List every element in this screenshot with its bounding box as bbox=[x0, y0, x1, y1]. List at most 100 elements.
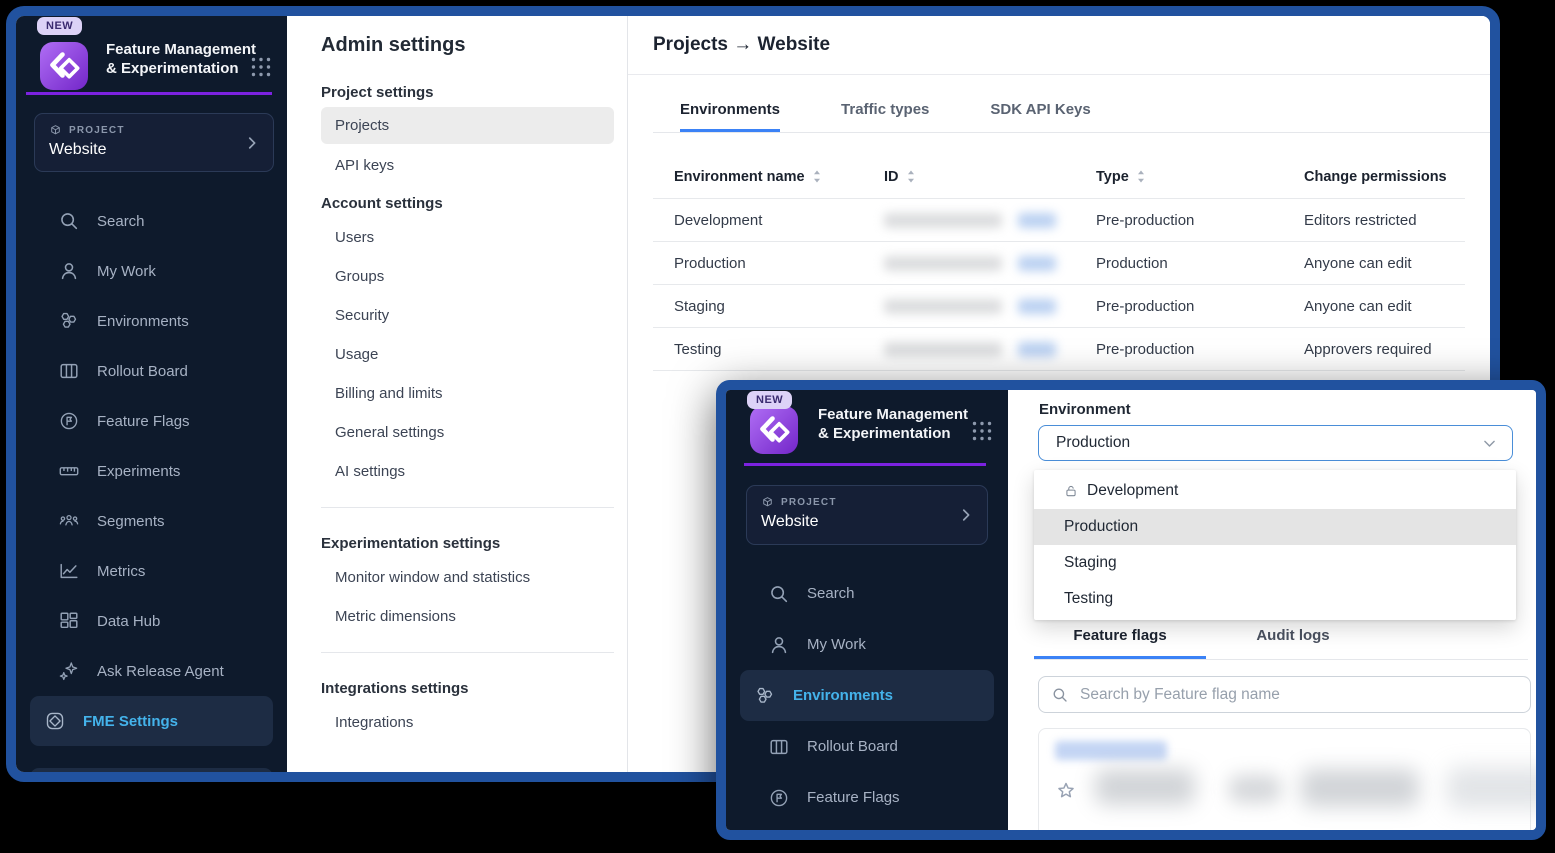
sidebar-item-feature-flags[interactable]: Feature Flags bbox=[30, 396, 273, 446]
dropdown-option-staging[interactable]: Staging bbox=[1034, 545, 1516, 581]
chevron-down-icon bbox=[1481, 435, 1498, 452]
cell-id-redacted bbox=[863, 213, 1075, 228]
project-selector[interactable]: PROJECT Website bbox=[34, 113, 274, 172]
user-icon bbox=[768, 634, 790, 656]
sidebar-item-label: Metrics bbox=[97, 563, 145, 580]
sort-icon[interactable] bbox=[811, 168, 823, 185]
app-switcher-icon[interactable] bbox=[250, 56, 272, 78]
admin-item-general-settings[interactable]: General settings bbox=[321, 413, 614, 452]
column-header-id[interactable]: ID bbox=[863, 168, 1075, 185]
sidebar-item-label: Rollout Board bbox=[807, 738, 898, 755]
redacted-id bbox=[884, 299, 1002, 314]
tab-environments[interactable]: Environments bbox=[680, 75, 780, 132]
table-row[interactable]: Testing Pre-production Approvers require… bbox=[653, 328, 1465, 371]
fme-logo-icon bbox=[40, 42, 88, 90]
sidebar-item-metrics[interactable]: Metrics bbox=[30, 546, 273, 596]
cell-environment-name: Staging bbox=[653, 298, 863, 315]
tab-audit-logs[interactable]: Audit logs bbox=[1218, 614, 1368, 659]
sidebar-item-label: FME Settings bbox=[83, 713, 178, 730]
column-label: Change permissions bbox=[1304, 169, 1447, 185]
line-chart-icon bbox=[58, 560, 80, 582]
admin-item-integrations[interactable]: Integrations bbox=[321, 703, 614, 742]
section-heading-account-settings: Account settings bbox=[321, 195, 627, 212]
admin-item-users[interactable]: Users bbox=[321, 218, 614, 257]
cell-permissions: Anyone can edit bbox=[1283, 298, 1465, 315]
search-icon bbox=[1051, 686, 1069, 704]
sidebar-item-rollout-board[interactable]: Rollout Board bbox=[30, 346, 273, 396]
admin-item-usage[interactable]: Usage bbox=[321, 335, 614, 374]
board-icon bbox=[768, 736, 790, 758]
sort-icon[interactable] bbox=[1135, 168, 1147, 185]
sidebar-item-fme-settings[interactable]: FME Settings bbox=[30, 696, 273, 746]
search-input[interactable] bbox=[1078, 685, 1520, 705]
flag-circle-icon bbox=[58, 410, 80, 432]
column-header-type[interactable]: Type bbox=[1075, 168, 1283, 185]
environment-select[interactable]: Production bbox=[1038, 425, 1513, 461]
admin-item-monitor-window[interactable]: Monitor window and statistics bbox=[321, 558, 614, 597]
redacted-content bbox=[1447, 767, 1546, 809]
sidebar-item-label: Search bbox=[97, 213, 145, 230]
dropdown-option-production[interactable]: Production bbox=[1034, 509, 1516, 545]
cell-environment-name: Testing bbox=[653, 341, 863, 358]
new-badge: NEW bbox=[37, 17, 82, 35]
project-selector[interactable]: PROJECT Website bbox=[746, 485, 988, 545]
sidebar-item-search[interactable]: Search bbox=[30, 196, 273, 246]
table-row[interactable]: Development Pre-production Editors restr… bbox=[653, 199, 1465, 242]
table-row[interactable]: Staging Pre-production Anyone can edit bbox=[653, 285, 1465, 328]
cell-type: Pre-production bbox=[1075, 298, 1283, 315]
sidebar-item-label: Environments bbox=[793, 687, 893, 704]
feature-flag-search[interactable] bbox=[1038, 676, 1531, 713]
sort-icon[interactable] bbox=[905, 168, 917, 185]
column-header-environment-name[interactable]: Environment name bbox=[653, 168, 863, 185]
sidebar-item-environments[interactable]: Environments bbox=[30, 296, 273, 346]
admin-item-metric-dimensions[interactable]: Metric dimensions bbox=[321, 597, 614, 636]
tab-feature-flags[interactable]: Feature flags bbox=[1034, 614, 1206, 659]
sidebar-item-segments[interactable]: Segments bbox=[30, 496, 273, 546]
table-row[interactable]: Production Production Anyone can edit bbox=[653, 242, 1465, 285]
app-switcher-icon[interactable] bbox=[971, 420, 993, 442]
sidebar-item-data-hub[interactable]: Data Hub bbox=[30, 596, 273, 646]
sidebar-item-rollout-board[interactable]: Rollout Board bbox=[740, 721, 994, 772]
cell-id-redacted bbox=[863, 256, 1075, 271]
admin-item-billing[interactable]: Billing and limits bbox=[321, 374, 614, 413]
tab-sdk-api-keys[interactable]: SDK API Keys bbox=[990, 75, 1090, 132]
content-tabs: Environments Traffic types SDK API Keys bbox=[653, 75, 1490, 133]
admin-item-ai-settings[interactable]: AI settings bbox=[321, 452, 614, 491]
table-header-row: Environment name ID Type Change permissi… bbox=[653, 133, 1465, 199]
cell-environment-name: Development bbox=[653, 212, 863, 229]
redacted-content bbox=[1301, 769, 1419, 807]
user-icon bbox=[58, 260, 80, 282]
environment-label: Environment bbox=[1039, 401, 1131, 418]
environments-table: Environment name ID Type Change permissi… bbox=[653, 133, 1465, 371]
main-sidebar: NEW Feature Management & Experimentation… bbox=[16, 16, 287, 772]
sidebar-item-search[interactable]: Search bbox=[740, 568, 994, 619]
column-label: Environment name bbox=[674, 169, 805, 185]
fme-logo-outline-icon bbox=[44, 710, 66, 732]
sidebar-item-environments[interactable]: Environments bbox=[740, 670, 994, 721]
overlay-nav: Search My Work Environments Rollout Boar… bbox=[726, 568, 1008, 823]
sidebar-item-experiments[interactable]: Experiments bbox=[30, 446, 273, 496]
redacted-content bbox=[1229, 775, 1281, 803]
tab-traffic-types[interactable]: Traffic types bbox=[841, 75, 929, 132]
ruler-icon bbox=[58, 460, 80, 482]
sidebar-item-my-work[interactable]: My Work bbox=[30, 246, 273, 296]
sidebar-item-my-work[interactable]: My Work bbox=[740, 619, 994, 670]
dropdown-option-testing[interactable]: Testing bbox=[1034, 581, 1516, 617]
sidebar-item-label: Environments bbox=[97, 313, 189, 330]
sidebar-item-feature-flags[interactable]: Feature Flags bbox=[740, 772, 994, 823]
sidebar-item-ask-release-agent[interactable]: Ask Release Agent bbox=[30, 646, 273, 696]
admin-item-groups[interactable]: Groups bbox=[321, 257, 614, 296]
dropdown-option-label: Testing bbox=[1064, 590, 1113, 608]
admin-item-api-keys[interactable]: API keys bbox=[321, 146, 614, 185]
feature-flag-row-card[interactable] bbox=[1038, 728, 1531, 840]
product-title: Feature Management & Experimentation bbox=[818, 405, 976, 443]
redacted-id bbox=[884, 342, 1002, 357]
sidebar-item-label: Ask Release Agent bbox=[97, 663, 224, 680]
dropdown-option-development[interactable]: Development bbox=[1034, 473, 1516, 509]
admin-item-projects[interactable]: Projects bbox=[321, 107, 614, 144]
admin-item-security[interactable]: Security bbox=[321, 296, 614, 335]
cell-permissions: Editors restricted bbox=[1283, 212, 1465, 229]
overlay-tabs: Feature flags Audit logs bbox=[1034, 614, 1528, 660]
star-icon[interactable] bbox=[1055, 780, 1077, 802]
column-label: ID bbox=[884, 169, 899, 185]
